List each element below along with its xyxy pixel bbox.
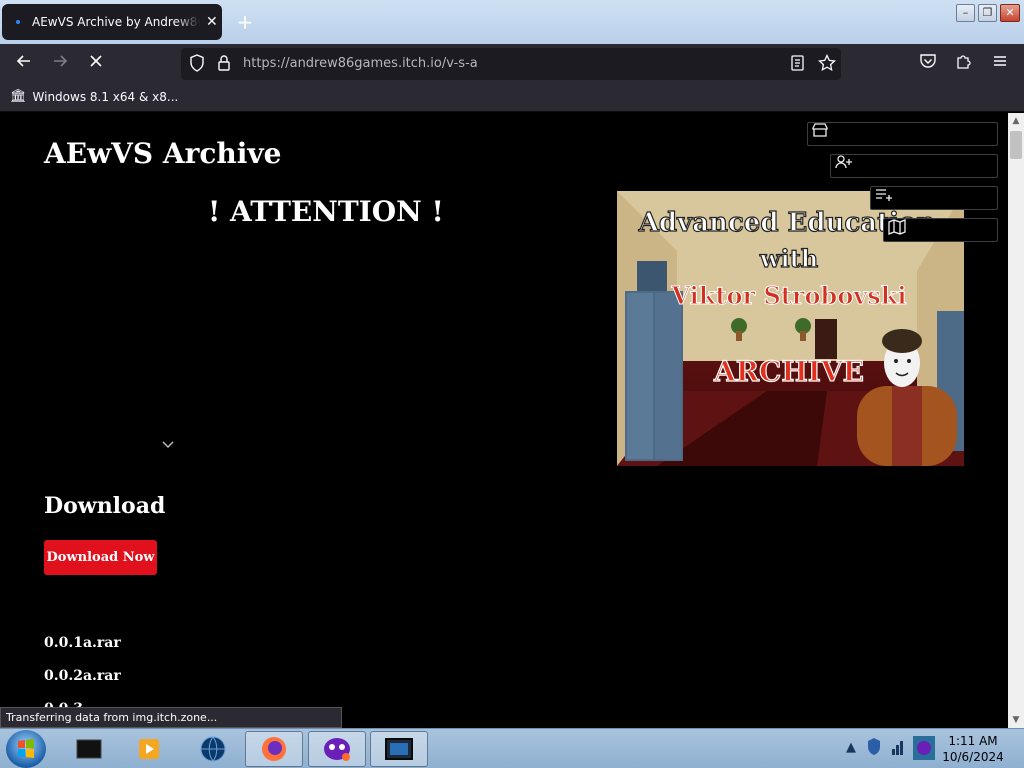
close-window-button[interactable]: ✕ <box>1000 4 1020 22</box>
lock-icon[interactable] <box>217 54 231 76</box>
scroll-up-arrow-icon[interactable]: ▲ <box>1008 113 1024 129</box>
start-button[interactable] <box>6 730 46 768</box>
firefox-icon <box>262 737 286 761</box>
expand-chevron-icon[interactable] <box>160 435 176 454</box>
clock-date: 10/6/2024 <box>942 750 1004 764</box>
reader-view-icon[interactable] <box>790 54 806 76</box>
hamburger-menu-icon <box>994 56 1006 66</box>
forward-arrow-icon <box>54 55 68 67</box>
file-link[interactable]: 0.0.2a.rar <box>44 668 121 684</box>
taskbar-app-terminal[interactable] <box>60 731 118 767</box>
bookmarks-toolbar: 🏛 Windows 8.1 x64 & x8... <box>0 84 1024 112</box>
page-scrollbar[interactable]: ▲ ▼ <box>1008 113 1024 728</box>
taskbar-app-media-player[interactable] <box>120 731 178 767</box>
follow-user-icon <box>835 155 852 169</box>
add-to-list-icon <box>876 189 892 201</box>
map-icon <box>888 219 906 235</box>
extensions-button[interactable] <box>950 52 978 76</box>
new-tab-button[interactable]: + <box>233 9 257 35</box>
app-menu-button[interactable] <box>986 52 1014 76</box>
browser-tab[interactable]: AEwVS Archive by Andrew86Games ✕ <box>2 4 222 40</box>
bookmark-label: Windows 8.1 x64 & x8... <box>32 89 179 104</box>
restore-button[interactable]: ❐ <box>978 4 997 22</box>
tracking-protection-shield-icon[interactable] <box>189 54 205 76</box>
scroll-thumb[interactable] <box>1010 131 1022 159</box>
navigation-toolbar: https://andrew86games.itch.io/v-s-a <box>0 44 1024 84</box>
back-arrow-icon <box>16 55 30 67</box>
download-heading: Download <box>44 493 166 519</box>
scroll-down-arrow-icon[interactable]: ▼ <box>1008 712 1024 728</box>
mask-icon <box>324 738 350 761</box>
black-box-icon <box>76 739 102 759</box>
windows-logo-icon <box>18 739 34 758</box>
add-to-collection-button[interactable] <box>870 186 998 210</box>
screen: AEwVS Archive by Andrew86Games ✕ + – ❐ ✕… <box>0 0 1024 768</box>
pocket-button[interactable] <box>914 52 942 76</box>
itch-home-button[interactable] <box>807 122 998 146</box>
cover-line-3: Viktor Strobovski <box>670 281 906 310</box>
stop-loading-button[interactable] <box>82 52 110 76</box>
browser-titlebar: AEwVS Archive by Andrew86Games ✕ + – ❐ ✕ <box>0 0 1024 44</box>
forward-button[interactable] <box>46 52 74 76</box>
page-content: AEwVS Archive ! ATTENTION ! Advanced Edu… <box>0 113 1008 728</box>
puzzle-icon <box>957 55 971 69</box>
system-clock[interactable]: 1:11 AM 10/6/2024 <box>940 733 1006 765</box>
address-bar[interactable]: https://andrew86games.itch.io/v-s-a <box>181 48 841 80</box>
tray-network-icon[interactable] <box>890 737 906 761</box>
media-player-icon <box>139 739 159 759</box>
page-title: AEwVS Archive <box>44 137 282 170</box>
window-icon <box>385 738 413 760</box>
related-games-button[interactable] <box>883 218 998 242</box>
tray-app-icon[interactable] <box>912 735 936 765</box>
cover-line-4: ARCHIVE <box>713 355 864 388</box>
tab-title: AEwVS Archive by Andrew86Games <box>32 15 200 29</box>
taskbar-app-firefox[interactable] <box>245 731 303 767</box>
cover-line-2: with <box>759 244 818 273</box>
pocket-icon <box>920 54 936 68</box>
status-bar: Transferring data from img.itch.zone... <box>0 707 342 728</box>
file-link[interactable]: 0.0.1a.rar <box>44 635 121 651</box>
itch-store-icon <box>812 123 828 137</box>
clock-time: 1:11 AM <box>948 734 998 748</box>
taskbar-app-mask[interactable] <box>308 731 366 767</box>
taskbar-app-globe[interactable] <box>184 731 242 767</box>
follow-button[interactable] <box>830 154 998 178</box>
download-now-button[interactable]: Download Now <box>44 540 157 575</box>
taskbar: ▲ 1:11 AM 10/6/2024 <box>0 728 1024 768</box>
attention-heading: ! ATTENTION ! <box>208 195 444 228</box>
tab-close-icon[interactable]: ✕ <box>206 14 218 30</box>
library-icon: 🏛 <box>10 89 27 104</box>
tray-shield-icon[interactable] <box>866 737 882 761</box>
bookmark-item[interactable]: 🏛 Windows 8.1 x64 & x8... <box>10 89 178 104</box>
minimize-button[interactable]: – <box>956 4 975 22</box>
bookmark-star-icon[interactable] <box>818 53 836 76</box>
tab-loading-icon <box>16 20 20 24</box>
url-text: https://andrew86games.itch.io/v-s-a <box>243 56 478 71</box>
show-hidden-icons-arrow[interactable]: ▲ <box>846 740 856 755</box>
back-button[interactable] <box>10 52 38 76</box>
stop-icon <box>90 55 102 67</box>
globe-icon <box>200 736 226 762</box>
taskbar-app-window[interactable] <box>370 731 428 767</box>
